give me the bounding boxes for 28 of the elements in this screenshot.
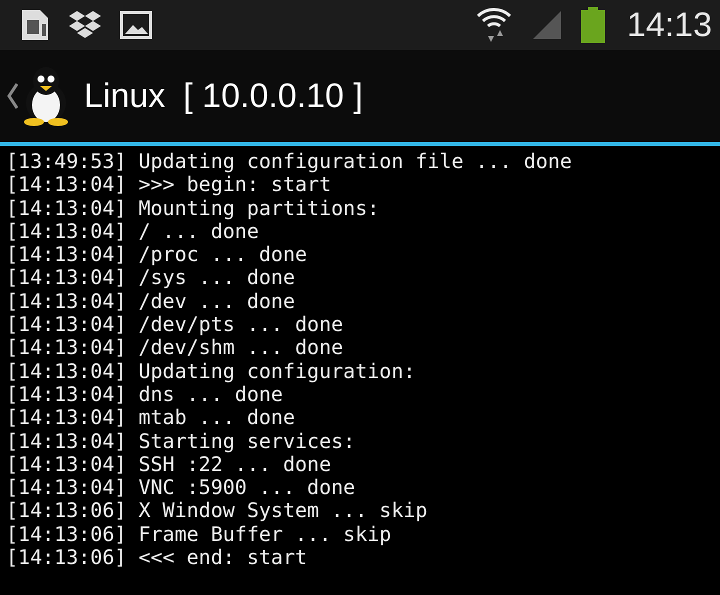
log-line: [14:13:06] X Window System ... skip [6, 499, 428, 523]
log-line: [14:13:04] /dev/pts ... done [6, 313, 344, 336]
log-line: [14:13:04] Updating configuration: [6, 360, 416, 383]
signal-icon [530, 9, 563, 41]
back-chevron-icon[interactable] [6, 82, 18, 110]
log-line: [14:13:06] Frame Buffer ... skip [6, 522, 392, 546]
log-line: [14:13:04] VNC :5900 ... done [6, 476, 356, 500]
wifi-icon [474, 6, 513, 44]
status-time: 14:13 [626, 6, 712, 44]
log-line: [14:13:06] <<< end: start [6, 546, 308, 570]
log-line: [14:13:04] /dev ... done [6, 290, 296, 314]
log-line: [14:13:04] /sys ... done [6, 266, 296, 290]
log-line: [14:13:04] Starting services: [6, 430, 356, 453]
host-address: [ 10.0.0.10 ] [183, 76, 363, 116]
app-title: Linux [84, 76, 166, 116]
log-line: [13:49:53] Updating configuration file ... done [6, 150, 573, 174]
log-line: [14:13:04] /dev/shm ... done [6, 336, 344, 360]
log-line: [14:13:04] dns ... done [6, 382, 283, 406]
log-line: [14:13:04] Mounting partitions: [6, 196, 380, 220]
log-line: [14:13:04] mtab ... done [6, 406, 296, 430]
image-icon [120, 11, 152, 39]
log-line: [14:13:04] >>> begin: start [6, 173, 332, 197]
sim-card-icon [20, 8, 50, 42]
dropbox-icon [68, 10, 102, 40]
log-line: [14:13:04] SSH :22 ... done [6, 452, 332, 476]
battery-icon [580, 7, 605, 43]
log-line: [14:13:04] /proc ... done [6, 243, 308, 266]
log-line: [14:13:04] / ... done [6, 220, 259, 244]
